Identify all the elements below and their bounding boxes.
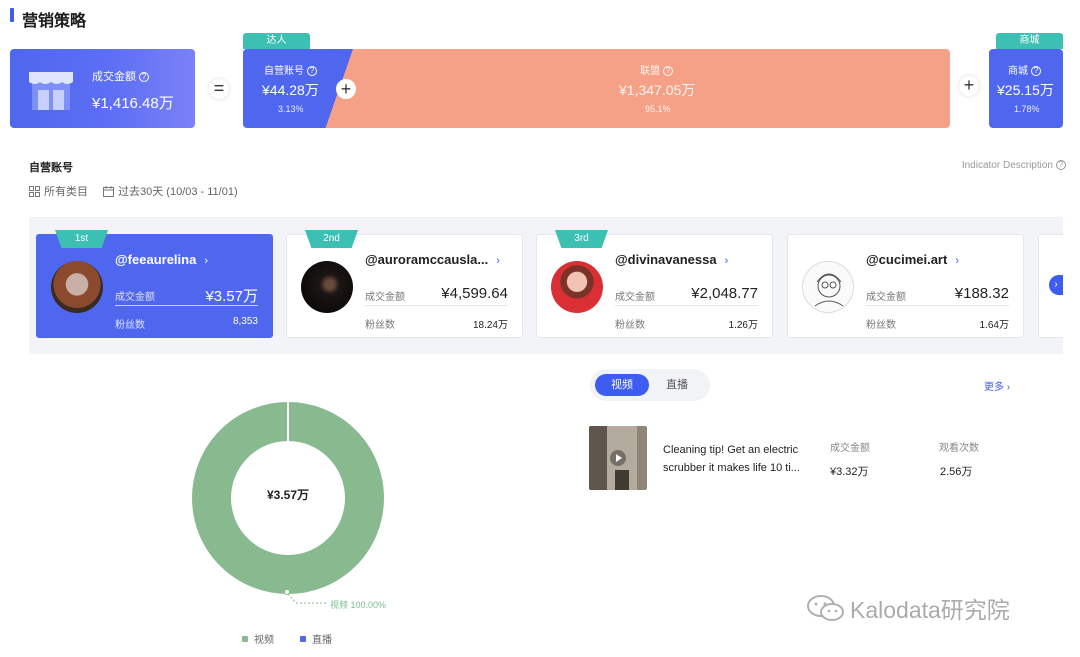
fans-label: 粉丝数 — [866, 320, 896, 331]
fans-value: 18.24万 — [472, 320, 508, 331]
video-gmv-label: 成交金额 — [830, 443, 870, 454]
avatar — [551, 261, 603, 313]
sketch-portrait-icon — [814, 273, 844, 307]
divider — [115, 305, 258, 306]
fans-value: 1.26万 — [728, 320, 758, 331]
watermark-text: Kalodata研究院 — [850, 597, 1010, 623]
legend-item-video[interactable]: 视频 — [242, 631, 274, 646]
gmv-label: 成交金额 — [365, 292, 405, 303]
union-label: 联盟? — [640, 62, 673, 77]
rank-badge: 3rd — [555, 230, 608, 248]
creator-handle-link[interactable]: @divinavanessa › — [615, 252, 728, 267]
fans-value: 8,353 — [232, 316, 258, 327]
chevron-right-icon: › — [724, 255, 729, 267]
mall-label: 商城? — [1008, 62, 1041, 77]
mall-value: ¥25.15万 — [997, 82, 1054, 98]
help-icon[interactable]: ? — [1031, 66, 1041, 76]
total-gmv-label: 成交金额? — [92, 68, 149, 84]
divider — [615, 305, 758, 306]
rank-badge: 1st — [55, 230, 108, 248]
category-filter[interactable]: 所有类目 — [29, 183, 88, 199]
video-views-label: 观看次数 — [939, 443, 979, 454]
video-thumbnail-image — [589, 426, 647, 490]
fans-label: 粉丝数 — [365, 320, 395, 331]
indicator-description-link[interactable]: Indicator Description? — [962, 160, 1066, 171]
self-account-percent: 3.13% — [278, 104, 304, 114]
creator-card[interactable]: 1st @feeaurelina › 成交金额 ¥3.57万 粉丝数 8,353 — [36, 230, 273, 338]
avatar — [802, 261, 854, 313]
date-filter[interactable]: 过去30天 (10/03 - 11/01) — [103, 183, 238, 199]
creator-handle-link[interactable]: @feeaurelina › — [115, 252, 208, 267]
total-gmv-value: ¥1,416.48万 — [92, 95, 174, 112]
donut-callout-line — [284, 589, 328, 604]
tab-video[interactable]: 视频 — [595, 374, 649, 396]
legend-label: 视频 — [254, 635, 274, 646]
total-gmv-card: 成交金额? ¥1,416.48万 — [10, 49, 195, 128]
plus-icon: + — [336, 79, 356, 99]
calendar-icon — [103, 185, 114, 197]
avatar — [51, 261, 103, 313]
union-percent: 95.1% — [645, 104, 671, 114]
fans-value: 1.64万 — [979, 320, 1009, 331]
gmv-label: 成交金额 — [866, 292, 906, 303]
help-icon[interactable]: ? — [139, 72, 149, 82]
gmv-value: ¥4,599.64 — [441, 285, 508, 302]
creator-card[interactable]: 2nd @auroramccausla... › 成交金额 ¥4,599.64 粉… — [286, 230, 523, 338]
legend-item-live[interactable]: 直播 — [300, 631, 332, 646]
avatar — [301, 261, 353, 313]
donut-slice-label: 视频 100.00% — [330, 600, 387, 610]
help-icon[interactable]: ? — [663, 66, 673, 76]
mall-tag: 商城 — [996, 33, 1063, 49]
video-title[interactable]: Cleaning tip! Get an electric scrubber i… — [663, 441, 823, 477]
page-title: 营销策略 — [22, 13, 87, 30]
video-gmv-value: ¥3.32万 — [830, 466, 869, 478]
mall-percent: 1.78% — [1014, 104, 1040, 114]
legend-swatch — [242, 635, 248, 642]
equals-icon: = — [209, 79, 229, 99]
title-accent-bar — [10, 8, 14, 22]
tab-live[interactable]: 直播 — [652, 374, 702, 396]
creator-tag: 达人 — [243, 33, 310, 49]
gmv-value: ¥188.32 — [954, 285, 1009, 302]
watermark: Kalodata研究院 — [806, 591, 1010, 625]
creator-card[interactable]: @cucimei.art › 成交金额 ¥188.32 粉丝数 1.64万 — [787, 234, 1024, 338]
gmv-value: ¥3.57万 — [205, 288, 258, 305]
more-link[interactable]: 更多 › — [984, 378, 1010, 393]
rank-badge: 2nd — [305, 230, 358, 248]
legend-swatch — [300, 635, 306, 642]
divider — [866, 305, 1009, 306]
gmv-label: 成交金额 — [115, 292, 155, 303]
creator-handle-link[interactable]: @cucimei.art › — [866, 252, 959, 267]
chevron-right-icon: › — [204, 255, 208, 267]
gmv-label: 成交金额 — [615, 292, 655, 303]
carousel-next-button[interactable]: › — [1049, 275, 1063, 295]
video-thumbnail[interactable] — [589, 426, 647, 490]
fans-label: 粉丝数 — [615, 320, 645, 331]
legend-label: 直播 — [312, 635, 332, 646]
chevron-right-icon: › — [955, 255, 959, 267]
union-value: ¥1,347.05万 — [619, 82, 696, 98]
donut-center-value: ¥3.57万 — [266, 488, 310, 502]
plus-icon: + — [959, 76, 979, 96]
help-icon: ? — [1056, 160, 1066, 170]
creator-handle-link[interactable]: @auroramccausla... › — [365, 252, 500, 267]
video-views-value: 2.56万 — [940, 466, 973, 478]
category-filter-label: 所有类目 — [44, 186, 88, 198]
self-account-value: ¥44.28万 — [262, 82, 319, 98]
grid-icon — [29, 185, 40, 197]
divider — [365, 305, 508, 306]
section-title: 自营账号 — [29, 162, 73, 174]
date-filter-label: 过去30天 (10/03 - 11/01) — [118, 186, 238, 198]
store-icon — [29, 72, 73, 110]
fans-label: 粉丝数 — [115, 320, 145, 331]
help-icon[interactable]: ? — [307, 66, 317, 76]
chevron-right-icon: › — [496, 255, 500, 267]
gmv-value: ¥2,048.77 — [691, 285, 758, 302]
creator-card[interactable]: 3rd @divinavanessa › 成交金额 ¥2,048.77 粉丝数 1… — [536, 230, 773, 338]
self-account-label: 自营账号? — [264, 62, 317, 77]
wechat-icon — [807, 595, 844, 621]
